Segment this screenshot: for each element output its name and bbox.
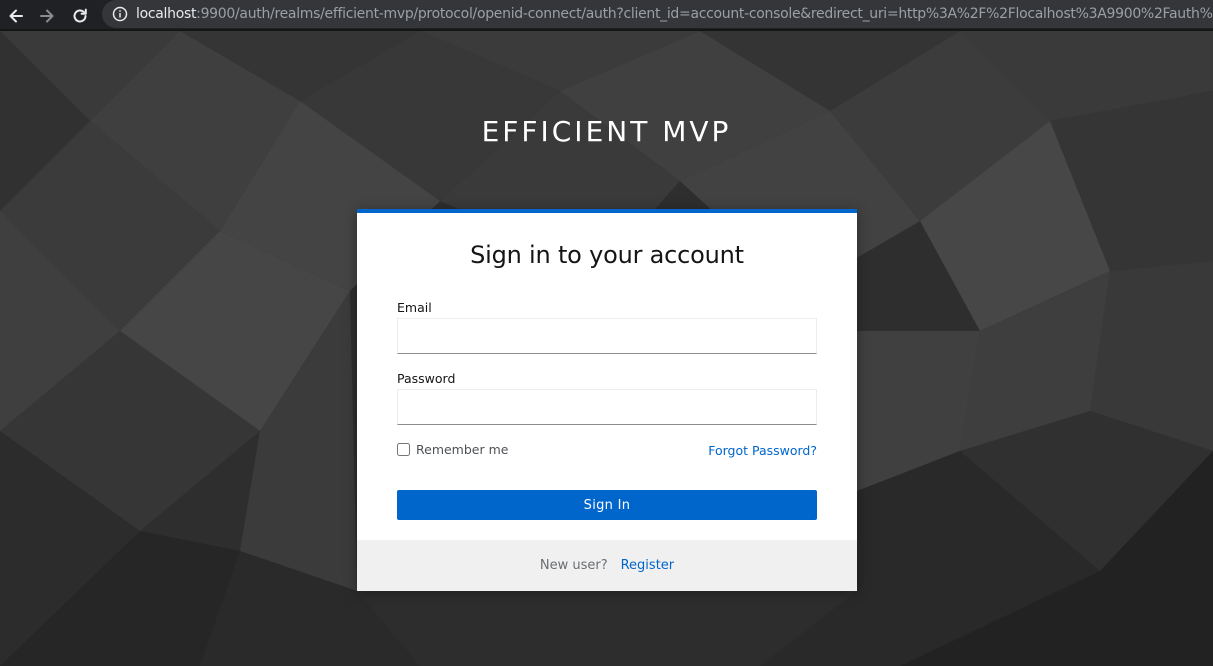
email-input[interactable] [397,318,817,354]
address-bar[interactable]: localhost:9900/auth/realms/efficient-mvp… [102,0,1213,28]
forward-button[interactable] [34,3,60,29]
sign-in-button[interactable]: Sign In [397,490,817,520]
registration-footer: New user? Register [357,540,857,591]
arrow-right-icon [40,9,54,23]
new-user-text: New user? [539,558,608,573]
arrow-left-icon [9,9,23,23]
email-label: Email [397,300,432,315]
password-input[interactable] [397,389,817,425]
remember-me-label[interactable]: Remember me [416,442,508,457]
url-path: :9900/auth/realms/efficient-mvp/protocol… [196,6,1213,22]
back-button[interactable] [3,3,29,29]
reload-button[interactable] [67,3,93,29]
realm-title: EFFICIENT MVP [481,115,732,148]
login-page: EFFICIENT MVP Sign in to your account Em… [0,31,1213,666]
info-icon[interactable] [112,6,128,22]
remember-me-checkbox[interactable] [397,443,410,456]
url-host: localhost [136,6,197,22]
password-label: Password [397,371,456,386]
register-link[interactable]: Register [621,558,675,573]
login-heading: Sign in to your account [470,241,744,269]
reload-icon [73,8,87,23]
browser-toolbar: localhost:9900/auth/realms/efficient-mvp… [0,0,1213,31]
address-bar-url[interactable]: localhost:9900/auth/realms/efficient-mvp… [136,6,1213,22]
login-card: Sign in to your account Email Password R… [357,209,857,591]
forgot-password-link[interactable]: Forgot Password? [708,443,817,458]
remember-me-group: Remember me [397,442,508,457]
